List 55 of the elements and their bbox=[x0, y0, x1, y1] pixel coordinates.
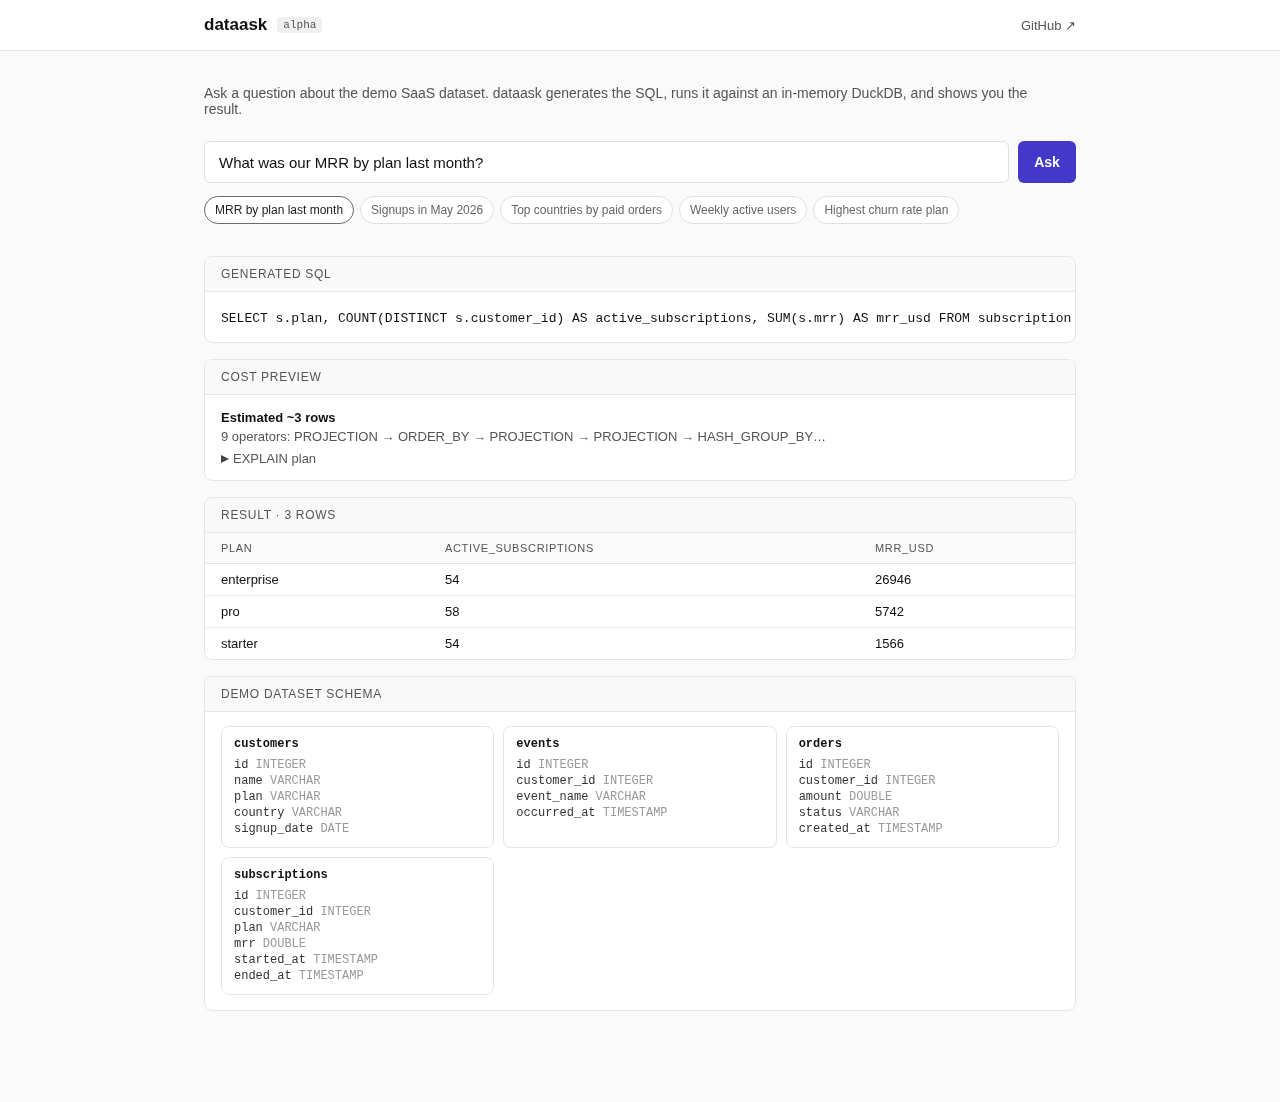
column-definition: plan VARCHAR bbox=[234, 789, 322, 805]
github-link[interactable]: GitHub ↗ bbox=[1020, 17, 1076, 33]
column-definition: amount DOUBLE bbox=[798, 789, 894, 805]
brand-name: dataask bbox=[204, 15, 268, 35]
intro-text: Ask a question about the demo SaaS dataset. dataask generates the SQL, runs it against an in-memory DuckDB, and shows you the result. bbox=[204, 85, 1029, 117]
table-name: events bbox=[516, 736, 561, 752]
column-definition: status VARCHAR bbox=[798, 805, 901, 821]
table-cell: 1566 bbox=[859, 627, 1075, 659]
table-cell: 54 bbox=[429, 563, 859, 596]
column-definition: id INTEGER bbox=[798, 757, 872, 773]
table-cell: enterprise bbox=[205, 563, 429, 596]
suggestion-chip[interactable]: Weekly active users bbox=[678, 196, 808, 224]
column-definition: ended_at TIMESTAMP bbox=[234, 968, 365, 984]
table-cell: 26946 bbox=[859, 563, 1075, 596]
column-definition: created_at TIMESTAMP bbox=[798, 821, 944, 837]
question-input[interactable]: What was our MRR by plan last month? bbox=[204, 141, 1009, 183]
row-estimate: Estimated ~3 rows bbox=[221, 409, 337, 427]
table-name: orders bbox=[798, 736, 843, 752]
panel-title: GENERATED SQL bbox=[221, 267, 332, 281]
column-definition: customer_id INTEGER bbox=[516, 773, 655, 789]
table-cell: 58 bbox=[429, 595, 859, 628]
column-definition: id INTEGER bbox=[234, 757, 308, 773]
table-name: subscriptions bbox=[234, 867, 329, 883]
table-cell: 5742 bbox=[859, 595, 1075, 628]
table-cell: pro bbox=[205, 595, 429, 628]
suggestion-chip[interactable]: MRR by plan last month bbox=[204, 196, 355, 224]
ask-button[interactable]: Ask bbox=[1018, 141, 1076, 183]
panel-title: RESULT · 3 ROWS bbox=[221, 508, 337, 522]
column-definition: signup_date DATE bbox=[234, 821, 351, 837]
panel-title: COST PREVIEW bbox=[221, 370, 322, 384]
table-cell: starter bbox=[205, 627, 429, 659]
column-definition: plan VARCHAR bbox=[234, 920, 322, 936]
sql-code: SELECT s.plan, COUNT(DISTINCT s.customer_id) AS active_subscriptions, SUM(s.mrr) AS mrr_usd FROM subscription bbox=[221, 310, 1072, 327]
column-definition: id INTEGER bbox=[234, 888, 308, 904]
suggestion-chip[interactable]: Highest churn rate plan bbox=[813, 196, 960, 224]
column-definition: occurred_at TIMESTAMP bbox=[516, 805, 669, 821]
column-definition: customer_id INTEGER bbox=[234, 904, 372, 920]
table-cell: 54 bbox=[429, 627, 859, 659]
column-definition: name VARCHAR bbox=[234, 773, 322, 789]
column-definition: started_at TIMESTAMP bbox=[234, 952, 380, 968]
operator-chain: 9 operators: PROJECTION → ORDER_BY → PROJECTION → PROJECTION → HASH_GROUP_BY… bbox=[221, 428, 828, 446]
column-header: MRR_USD bbox=[859, 533, 1075, 564]
column-definition: mrr DOUBLE bbox=[234, 936, 308, 952]
suggestion-chip[interactable]: Top countries by paid orders bbox=[500, 196, 673, 224]
column-definition: event_name VARCHAR bbox=[516, 789, 647, 805]
version-badge: alpha bbox=[277, 17, 323, 33]
column-header: ACTIVE_SUBSCRIPTIONS bbox=[429, 533, 859, 564]
column-definition: country VARCHAR bbox=[234, 805, 344, 821]
table-name: customers bbox=[234, 736, 300, 752]
column-definition: customer_id INTEGER bbox=[798, 773, 937, 789]
panel-title: DEMO DATASET SCHEMA bbox=[221, 687, 383, 701]
column-header: PLAN bbox=[205, 533, 429, 564]
explain-toggle[interactable]: EXPLAIN plan bbox=[221, 450, 317, 468]
suggestion-chip[interactable]: Signups in May 2026 bbox=[360, 196, 495, 224]
column-definition: id INTEGER bbox=[516, 757, 590, 773]
